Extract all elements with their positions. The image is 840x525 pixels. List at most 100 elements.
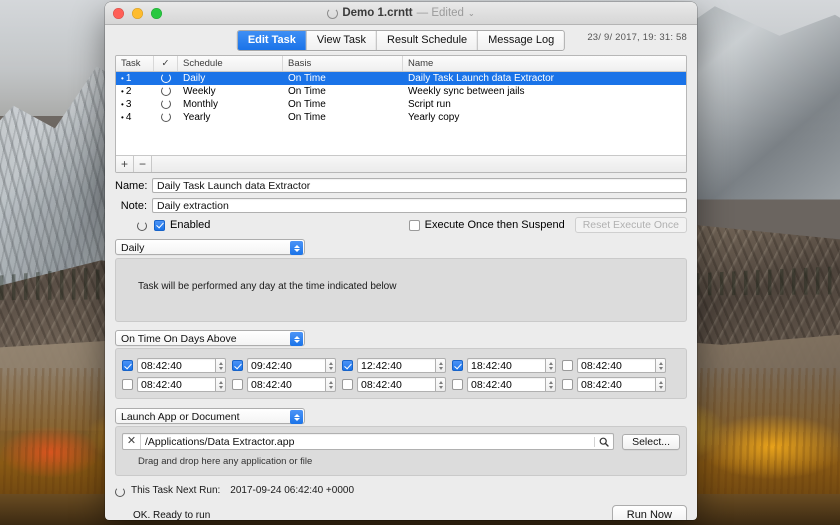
path-row: ✕ /Applications/Data Extractor.app Selec…: [116, 433, 686, 450]
table-row[interactable]: • 2 Weekly On Time Weekly sync between ja…: [116, 85, 686, 98]
app-window: Demo 1.crntt — Edited ⌄ Edit Task View T…: [105, 2, 697, 520]
time-input-3[interactable]: 12:42:40: [357, 358, 435, 373]
status-badge: OK. Ready to run: [133, 509, 211, 521]
table-row[interactable]: • 4 Yearly On Time Yearly copy: [116, 111, 686, 124]
column-header-name[interactable]: Name: [403, 56, 686, 71]
time-stepper-group-3: 12:42:40: [357, 358, 446, 373]
time-input-1[interactable]: 08:42:40: [137, 358, 215, 373]
time-input-10[interactable]: 08:42:40: [577, 377, 655, 392]
name-field-row: Name: Daily Task Launch data Extractor: [115, 178, 687, 193]
time-stepper-group-1: 08:42:40: [137, 358, 226, 373]
refresh-icon[interactable]: [137, 221, 147, 231]
row-name: Weekly sync between jails: [408, 86, 525, 97]
time-input-5[interactable]: 08:42:40: [577, 358, 655, 373]
row-refresh-icon: [154, 98, 178, 111]
schedule-section: Daily Task will be performed any day at …: [115, 239, 687, 322]
time-stepper-group-4: 18:42:40: [467, 358, 556, 373]
quantity-stepper-1[interactable]: [215, 358, 226, 373]
time-checkbox-4[interactable]: [452, 360, 463, 371]
time-checkbox-6[interactable]: [122, 379, 133, 390]
tab-edit-task[interactable]: Edit Task: [237, 31, 307, 50]
path-input[interactable]: /Applications/Data Extractor.app: [141, 436, 594, 448]
action-section: Launch App or Document ✕ /Applications/D…: [115, 408, 687, 476]
quantity-stepper-3[interactable]: [435, 358, 446, 373]
search-icon[interactable]: [594, 436, 613, 447]
task-table[interactable]: Task ✓ Schedule Basis Name • 1 Daily On T…: [115, 55, 687, 173]
action-type-value: Launch App or Document: [121, 411, 240, 423]
execute-once-checkbox[interactable]: [408, 219, 420, 231]
table-row[interactable]: • 3 Monthly On Time Script run: [116, 98, 686, 111]
time-stepper-group-7: 08:42:40: [247, 377, 336, 392]
name-input[interactable]: Daily Task Launch data Extractor: [152, 178, 687, 193]
note-input[interactable]: Daily extraction: [152, 198, 687, 213]
basis-popup[interactable]: On Time On Days Above: [115, 330, 305, 346]
time-checkbox-7[interactable]: [232, 379, 243, 390]
column-header-task[interactable]: Task: [116, 56, 154, 71]
time-cell-4: 18:42:40: [452, 358, 556, 373]
time-cell-2: 09:42:40: [232, 358, 336, 373]
quantity-stepper-9[interactable]: [545, 377, 556, 392]
tab-bar-zone: Edit Task View Task Result Schedule Mess…: [105, 25, 697, 55]
time-checkbox-8[interactable]: [342, 379, 353, 390]
time-checkbox-3[interactable]: [342, 360, 353, 371]
column-header-basis[interactable]: Basis: [283, 56, 403, 71]
tab-result-schedule[interactable]: Result Schedule: [377, 31, 479, 50]
time-input-9[interactable]: 08:42:40: [467, 377, 545, 392]
name-label: Name:: [115, 179, 148, 192]
row-task-number: • 1: [121, 73, 132, 85]
reset-execute-once-button[interactable]: Reset Execute Once: [574, 217, 687, 233]
schedule-type-popup[interactable]: Daily: [115, 239, 305, 255]
tab-message-log[interactable]: Message Log: [478, 31, 565, 50]
quantity-stepper-5[interactable]: [655, 358, 666, 373]
time-checkbox-1[interactable]: [122, 360, 133, 371]
time-grid-panel: 08:42:40 09:42:40 12:42:40 18:42:40 08:4…: [115, 348, 687, 399]
row-schedule: Yearly: [183, 112, 211, 123]
time-checkbox-2[interactable]: [232, 360, 243, 371]
quantity-stepper-7[interactable]: [325, 377, 336, 392]
execute-once-label: Execute Once then Suspend: [424, 219, 565, 231]
time-input-6[interactable]: 08:42:40: [137, 377, 215, 392]
table-row[interactable]: • 1 Daily On Time Daily Task Launch data …: [116, 72, 686, 85]
time-input-2[interactable]: 09:42:40: [247, 358, 325, 373]
enabled-row: Enabled Execute Once then Suspend Reset …: [115, 217, 687, 233]
column-header-check[interactable]: ✓: [154, 56, 178, 71]
quantity-stepper-10[interactable]: [655, 377, 666, 392]
time-stepper-group-8: 08:42:40: [357, 377, 446, 392]
refresh-icon[interactable]: [115, 486, 125, 497]
time-checkbox-10[interactable]: [562, 379, 573, 390]
time-input-4[interactable]: 18:42:40: [467, 358, 545, 373]
action-type-popup[interactable]: Launch App or Document: [115, 408, 305, 424]
run-now-button[interactable]: Run Now: [611, 505, 687, 520]
time-stepper-group-9: 08:42:40: [467, 377, 556, 392]
add-task-button[interactable]: +: [116, 156, 134, 172]
note-field-row: Note: Daily extraction: [115, 198, 687, 213]
window-title: Demo 1.crntt: [342, 7, 413, 19]
time-cell-3: 12:42:40: [342, 358, 446, 373]
quantity-stepper-4[interactable]: [545, 358, 556, 373]
time-checkbox-9[interactable]: [452, 379, 463, 390]
tab-view-task[interactable]: View Task: [306, 31, 378, 50]
time-grid: 08:42:40 09:42:40 12:42:40 18:42:40 08:4…: [116, 349, 686, 398]
drag-drop-hint: Drag and drop here any application or fi…: [138, 456, 313, 467]
time-input-8[interactable]: 08:42:40: [357, 377, 435, 392]
quantity-stepper-8[interactable]: [435, 377, 446, 392]
action-panel: ✕ /Applications/Data Extractor.app Selec…: [115, 426, 687, 476]
column-header-schedule[interactable]: Schedule: [178, 56, 283, 71]
note-label: Note:: [120, 199, 147, 212]
quantity-stepper-6[interactable]: [215, 377, 226, 392]
chevron-updown-icon: [290, 332, 303, 346]
enabled-checkbox[interactable]: [154, 219, 165, 231]
remove-task-button[interactable]: −: [134, 156, 152, 172]
row-basis: On Time: [288, 86, 326, 97]
chevron-down-icon[interactable]: ⌄: [468, 9, 475, 18]
path-search-field[interactable]: ✕ /Applications/Data Extractor.app: [122, 433, 615, 450]
row-task-number: • 3: [121, 99, 132, 111]
time-input-7[interactable]: 08:42:40: [247, 377, 325, 392]
row-name: Yearly copy: [408, 112, 460, 123]
window-titlebar[interactable]: Demo 1.crntt — Edited ⌄: [105, 2, 697, 25]
quantity-stepper-2[interactable]: [325, 358, 336, 373]
time-stepper-group-6: 08:42:40: [137, 377, 226, 392]
clear-icon[interactable]: ✕: [123, 434, 141, 449]
select-button[interactable]: Select...: [622, 433, 680, 450]
time-checkbox-5[interactable]: [562, 360, 573, 371]
